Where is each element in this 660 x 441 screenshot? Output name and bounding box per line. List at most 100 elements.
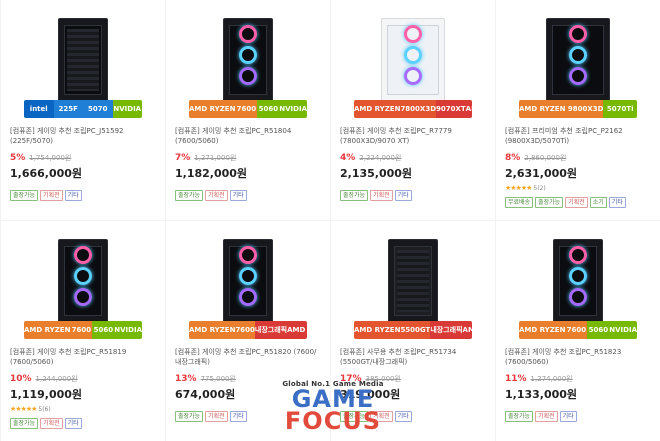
product-image[interactable]: AMD RYZEN 7600 5060 NVIDIA <box>175 18 321 118</box>
original-price: 775,000원 <box>200 375 236 383</box>
tag-list: 출장가능 기획전 기타 <box>10 190 156 201</box>
product-name-link[interactable]: [컴퓨존] 게이밍 추천 조립PC_R51820 (7600/내장그래픽) <box>175 347 321 367</box>
pc-case-icon <box>546 18 610 102</box>
tag-badge[interactable]: 출장가능 <box>505 411 534 422</box>
product-card[interactable]: AMD RYZEN 9800X3D 5070Ti [컴퓨존] 프리미엄 추천 조립P… <box>496 0 660 220</box>
spec-badge: 7600 <box>235 321 255 339</box>
spec-badge: AMD RYZEN <box>519 321 566 339</box>
tag-badge[interactable]: 출장가능 <box>175 411 204 422</box>
tag-list: 출장가능 기획전 기타 <box>175 411 321 422</box>
product-image[interactable]: AMD RYZEN5500GT내장그래픽AMD RADEON <box>340 239 486 339</box>
product-name-link[interactable]: [컴퓨존] 게이밍 추천 조립PC_R7779 (7800X3D/9070 XT… <box>340 126 486 146</box>
product-name-link[interactable]: [컴퓨존] 게이밍 추천 조립PC_R51823 (7600/5060) <box>505 347 651 367</box>
star-icon: ★★★★★ <box>505 184 532 192</box>
tag-badge[interactable]: 무료배송 <box>505 197 534 208</box>
tag-badge[interactable]: 기획전 <box>40 190 63 201</box>
tag-badge[interactable]: 기타 <box>394 411 412 422</box>
product-image[interactable]: AMD RYZEN7600내장그래픽AMD RADEON <box>175 239 321 339</box>
tag-badge[interactable]: 기타 <box>229 190 247 201</box>
spec-badge: NVIDIA <box>112 100 142 118</box>
rgb-fan-icon <box>239 288 257 306</box>
tag-badge[interactable]: 기타 <box>64 418 82 429</box>
tag-badge[interactable]: 기타 <box>559 411 577 422</box>
review-count: 5(6) <box>38 405 51 413</box>
product-card[interactable]: intel 225F 5070 NVIDIA [컴퓨존] 게이밍 추천 조립PC_J51… <box>1 0 165 220</box>
spec-badge: AMD RYZEN <box>189 321 236 339</box>
price-row: 10% 1,244,000원 <box>10 374 156 384</box>
tag-list: 출장가능 기획전 기타 <box>10 418 156 429</box>
product-image[interactable]: AMD RYZEN 7600 5060 NVIDIA <box>505 239 651 339</box>
price-row: 7% 1,271,000원 <box>175 153 321 163</box>
spec-badge-strip: AMD RYZEN7600내장그래픽AMD RADEON <box>189 321 307 339</box>
product-card[interactable]: AMD RYZEN 7600 5060 NVIDIA [컴퓨존] 게이밍 추천 조립PC… <box>496 221 660 441</box>
original-price: 2,224,000원 <box>359 154 402 162</box>
spec-badge: AMD RYZEN <box>189 100 236 118</box>
spec-badge: AMD RYZEN <box>354 100 401 118</box>
sale-price: 1,119,000원 <box>10 388 83 401</box>
spec-badge: 5060 <box>257 100 280 118</box>
rgb-fan-icon <box>569 67 587 85</box>
product-name-link[interactable]: [컴퓨존] 게이밍 추천 조립PC_J51592 (225F/5070) <box>10 126 156 146</box>
product-name-link[interactable]: [컴퓨존] 프리미엄 추천 조립PC_P2162 (9800X3D/5070Ti… <box>505 126 651 146</box>
product-image[interactable]: AMD RYZEN 7600 5060 NVIDIA <box>10 239 156 339</box>
tag-badge[interactable]: 기획전 <box>40 418 63 429</box>
spec-badge-strip: AMD RYZEN 9800X3D 5070Ti <box>519 100 637 118</box>
tag-badge[interactable]: 기타 <box>229 411 247 422</box>
tag-badge[interactable]: 기획전 <box>205 411 228 422</box>
spec-badge: NVIDIA <box>114 321 142 339</box>
product-name-link[interactable]: [컴퓨존] 게이밍 추천 조립PC_R51804 (7600/5060) <box>175 126 321 146</box>
tag-badge[interactable]: 기타 <box>608 197 626 208</box>
product-card[interactable]: AMD RYZEN7600내장그래픽AMD RADEON [컴퓨존] 게이밍 추천… <box>166 221 330 441</box>
tag-badge[interactable]: 기획전 <box>370 411 393 422</box>
spec-badge: 225F <box>53 100 83 118</box>
pc-case-icon <box>223 239 273 323</box>
tag-badge[interactable]: 기타 <box>394 190 412 201</box>
product-card[interactable]: AMD RYZEN7800X3D9070XTAMD RADEON [컴퓨존] 게이… <box>331 0 495 220</box>
tag-list: 출장가능 기획전 기타 <box>505 411 651 422</box>
tag-badge[interactable]: 소기 <box>589 197 607 208</box>
spec-badge: 7600 <box>565 321 588 339</box>
tag-badge[interactable]: 출장가능 <box>340 190 369 201</box>
product-card[interactable]: AMD RYZEN 7600 5060 NVIDIA [컴퓨존] 게이밍 추천 조립PC… <box>166 0 330 220</box>
product-card[interactable]: AMD RYZEN5500GT내장그래픽AMD RADEON [컴퓨존] 사무용 … <box>331 221 495 441</box>
star-icon: ★★★★★ <box>10 405 37 413</box>
tag-badge[interactable]: 기획전 <box>535 411 558 422</box>
tag-badge[interactable]: 기타 <box>64 190 82 201</box>
tag-badge[interactable]: 기획전 <box>370 190 393 201</box>
tag-badge[interactable]: 출장가능 <box>535 197 564 208</box>
original-price: 1,754,000원 <box>29 154 72 162</box>
tag-badge[interactable]: 출장가능 <box>10 190 39 201</box>
rgb-fan-icon <box>404 25 422 43</box>
tag-badge[interactable]: 출장가능 <box>10 418 39 429</box>
discount-rate: 4% <box>340 153 356 163</box>
product-image[interactable]: AMD RYZEN 9800X3D 5070Ti <box>505 18 651 118</box>
rgb-fan-icon <box>239 25 257 43</box>
sale-price: 2,631,000원 <box>505 167 578 180</box>
product-image[interactable]: intel 225F 5070 NVIDIA <box>10 18 156 118</box>
spec-badge: 5070Ti <box>603 100 637 118</box>
product-image[interactable]: AMD RYZEN7800X3D9070XTAMD RADEON <box>340 18 486 118</box>
tag-badge[interactable]: 기획전 <box>565 197 588 208</box>
pc-case-icon <box>223 18 273 102</box>
price-row: 5% 1,754,000원 <box>10 153 156 163</box>
product-name-link[interactable]: [컴퓨존] 사무용 추천 조립PC_R51734 (5500GT/내장그래픽) <box>340 347 486 367</box>
sale-price: 1,133,000원 <box>505 388 578 401</box>
tag-badge[interactable]: 출장가능 <box>340 411 369 422</box>
spec-badge: 7800X3D <box>400 100 436 118</box>
spec-badge: 내장그래픽 <box>254 321 288 339</box>
product-card[interactable]: AMD RYZEN 7600 5060 NVIDIA [컴퓨존] 게이밍 추천 조립PC… <box>1 221 165 441</box>
front-panel <box>397 250 429 312</box>
price-row: 13% 775,000원 <box>175 374 321 384</box>
product-name-link[interactable]: [컴퓨존] 게이밍 추천 조립PC_R51819 (7600/5060) <box>10 347 156 367</box>
discount-rate: 8% <box>505 153 521 163</box>
rgb-fan-icon <box>569 46 587 64</box>
spec-badge: intel <box>24 100 54 118</box>
rgb-fan-icon <box>239 67 257 85</box>
tag-badge[interactable]: 기획전 <box>205 190 228 201</box>
original-price: 1,274,000원 <box>530 375 573 383</box>
discount-rate: 7% <box>175 153 191 163</box>
rgb-fan-icon <box>569 246 587 264</box>
original-price: 1,271,000원 <box>194 154 237 162</box>
spec-badge-strip: AMD RYZEN 7600 5060 NVIDIA <box>24 321 142 339</box>
tag-badge[interactable]: 출장가능 <box>175 190 204 201</box>
